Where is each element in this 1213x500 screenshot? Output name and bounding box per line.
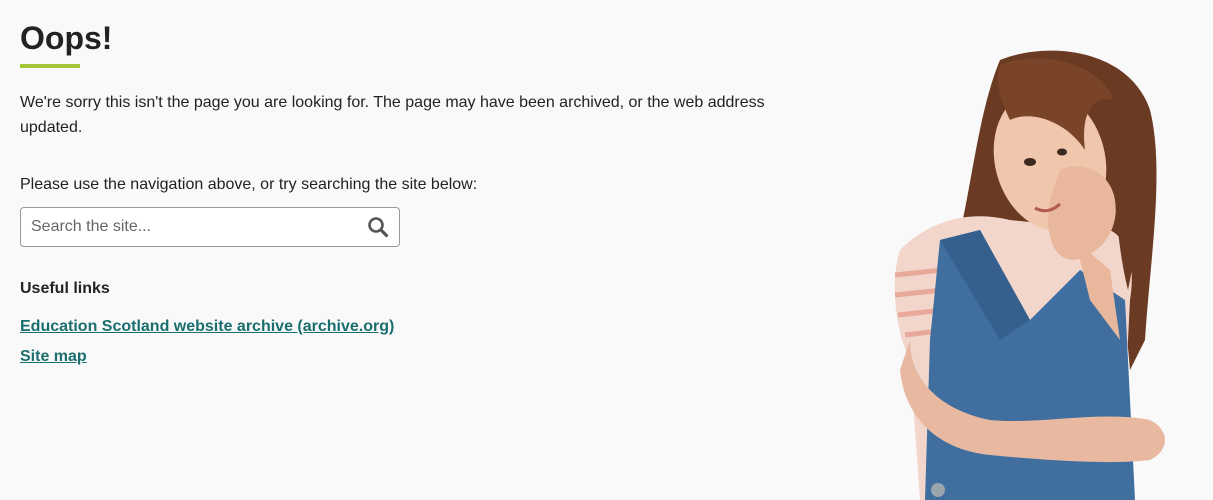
girl-illustration <box>880 40 1180 500</box>
page-title: Oops! <box>20 20 113 56</box>
useful-links-heading: Useful links <box>20 280 110 297</box>
navigation-hint: Please use the navigation above, or try … <box>20 176 478 193</box>
girl-image <box>894 50 1165 500</box>
title-accent-bar <box>20 64 80 68</box>
error-page: Oops! We're sorry this isn't the page yo… <box>0 0 1213 500</box>
search-input[interactable] <box>21 208 361 246</box>
intro-text: We're sorry this isn't the page you are … <box>20 94 765 136</box>
useful-links-list: Education Scotland website archive (arch… <box>20 316 800 367</box>
list-item: Education Scotland website archive (arch… <box>20 316 800 337</box>
site-map-link[interactable]: Site map <box>20 348 87 365</box>
search-form <box>20 207 400 247</box>
archive-link[interactable]: Education Scotland website archive (arch… <box>20 318 394 335</box>
list-item: Site map <box>20 346 800 367</box>
search-icon <box>368 217 389 238</box>
search-button[interactable] <box>367 216 389 238</box>
main-content: Oops! We're sorry this isn't the page yo… <box>20 18 800 383</box>
